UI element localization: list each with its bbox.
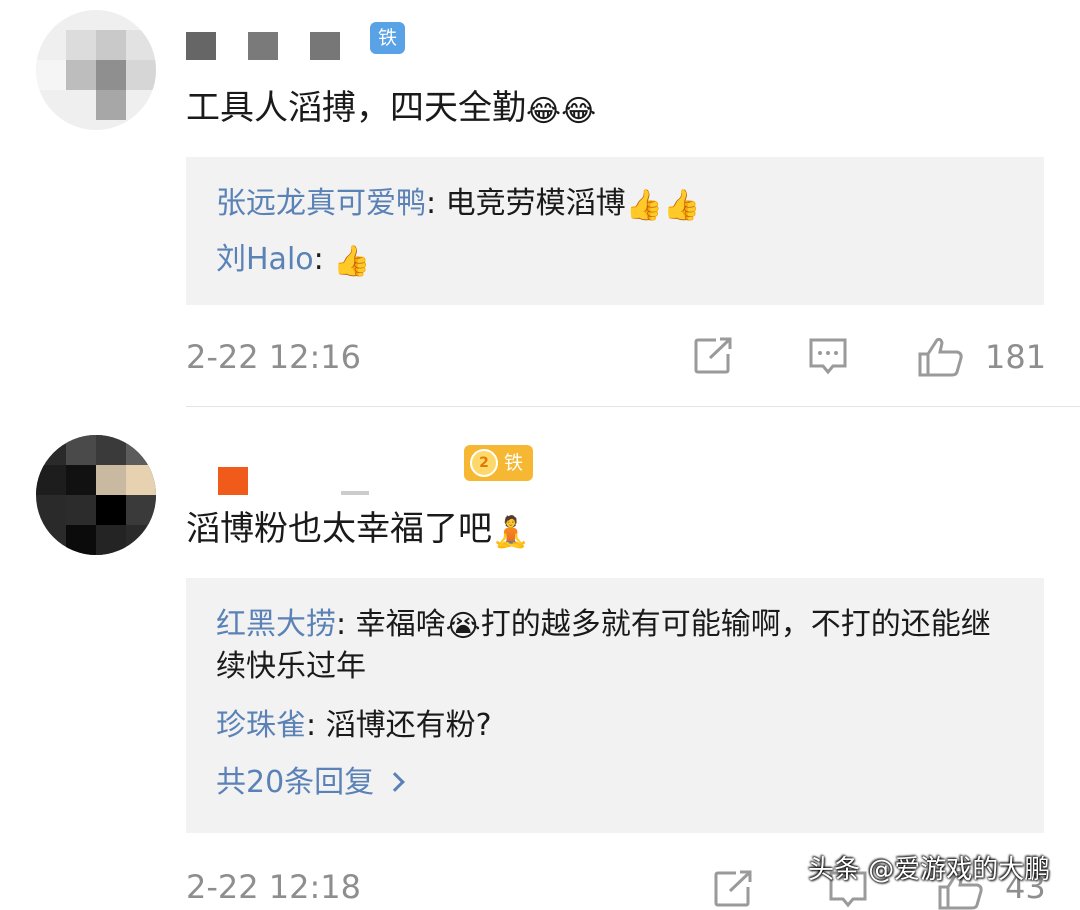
comment-button[interactable] [807,336,849,376]
comment-time: 2-22 12:16 [186,338,362,376]
comment-text-body: 滔博粉也太幸福了吧 [186,509,492,549]
reply-item: 刘Halo: 👍 [216,242,371,279]
reply-preview-box[interactable]: 红黑大捞: 幸福啥😭打的越多就有可能输啊，不打的还能继续快乐过年 珍珠雀: 滔博… [186,578,1044,833]
share-icon [714,870,752,907]
meditate-emoji: 🧘 [492,515,530,550]
comment-time: 2-22 12:18 [186,868,362,906]
comment-text: 滔博粉也太幸福了吧🧘 [186,507,529,551]
view-all-replies-link[interactable]: 共20条回复 [216,762,406,804]
reply-preview-box[interactable]: 张远龙真可爱鸭: 电竞劳模滔博👍👍 刘Halo: 👍 [186,157,1044,305]
crying-emoji: 😭 [445,609,481,644]
fan-level-icon: 2 [470,449,498,477]
reply-user-name[interactable]: 珍珠雀 [216,708,306,743]
comment-icon [809,338,847,375]
reply-text: 滔博还有粉? [325,708,492,743]
fan-badge: 2 铁粉 [464,445,534,510]
share-button[interactable] [692,336,736,376]
reply-item: 张远龙真可爱鸭: 电竞劳模滔博👍👍 [216,186,701,223]
user-name-redacted[interactable] [186,445,386,495]
comment-item: 铁粉 工具人滔搏，四天全勤😂😂 张远龙真可爱鸭: 电竞劳模滔博👍👍 刘Halo:… [0,0,1080,406]
view-all-replies-label: 共20条回复 [216,765,375,800]
comment-item: 2 铁粉 滔博粉也太幸福了吧🧘 红黑大捞: 幸福啥😭打的越多就有可能输啊，不打的… [0,407,1080,910]
comment-text: 工具人滔搏，四天全勤😂😂 [186,86,596,130]
thumbs-up-emoji: 👍 [625,188,664,223]
comment-text-body: 工具人滔搏，四天全勤 [186,88,526,128]
reply-user-name[interactable]: 刘Halo [216,242,314,277]
user-name-redacted[interactable] [186,22,366,62]
like-icon [918,337,963,377]
share-icon [694,337,732,374]
thumbs-up-emoji: 👍 [333,244,371,279]
laughing-emoji: 😂 [526,94,562,129]
reply-text: 幸福啥 [355,607,446,642]
avatar[interactable] [36,10,156,130]
like-button[interactable] [917,336,965,378]
fan-badge: 铁粉 [370,22,406,81]
reply-user-name[interactable]: 红黑大捞 [216,607,336,642]
reply-text: 电竞劳模滔博 [445,186,626,221]
avatar[interactable] [36,435,156,555]
watermark: 头条 @爱游戏的大鹏 [808,855,1051,885]
like-count: 181 [985,338,1047,376]
reply-item: 红黑大捞: 幸福啥😭打的越多就有可能输啊，不打的还能继续快乐过年 [216,607,991,684]
laughing-emoji: 😂 [561,94,597,129]
reply-item: 珍珠雀: 滔博还有粉? [216,708,492,743]
thumbs-up-emoji: 👍 [663,188,701,223]
reply-user-name[interactable]: 张远龙真可爱鸭 [216,186,426,221]
chevron-right-icon [385,772,406,792]
fan-badge-label: 铁粉 [504,452,524,510]
share-button[interactable] [712,869,756,909]
